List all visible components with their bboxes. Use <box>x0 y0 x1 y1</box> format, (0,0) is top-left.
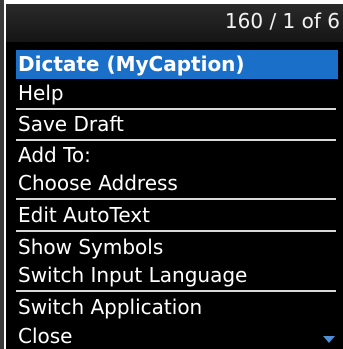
menu-item-show-symbols[interactable]: Show Symbols <box>16 233 338 262</box>
menu-item-choose-address[interactable]: Choose Address <box>16 169 338 198</box>
menu-item-switch-input-language[interactable]: Switch Input Language <box>16 261 338 290</box>
menu-item-edit-autotext[interactable]: Edit AutoText <box>16 201 338 230</box>
menu-item-add-to[interactable]: Add To: <box>16 141 338 170</box>
screen: 160 / 1 of 6 Dictate (MyCaption) Help Sa… <box>0 0 343 349</box>
status-bar: 160 / 1 of 6 <box>6 4 343 42</box>
menu-item-help[interactable]: Help <box>16 79 338 108</box>
character-counter: 160 / 1 of 6 <box>224 9 340 33</box>
menu-item-switch-application[interactable]: Switch Application <box>16 293 338 322</box>
menu-item-close[interactable]: Close <box>16 322 338 349</box>
menu-item-save-draft[interactable]: Save Draft <box>16 110 338 139</box>
menu-item-dictate[interactable]: Dictate (MyCaption) <box>16 50 338 79</box>
menu-separator <box>16 290 336 292</box>
context-menu: Dictate (MyCaption) Help Save Draft Add … <box>6 42 343 349</box>
window-edge <box>0 0 4 349</box>
menu-separator <box>16 230 336 232</box>
menu-separator <box>16 198 336 200</box>
scroll-down-arrow-icon[interactable] <box>323 336 335 343</box>
